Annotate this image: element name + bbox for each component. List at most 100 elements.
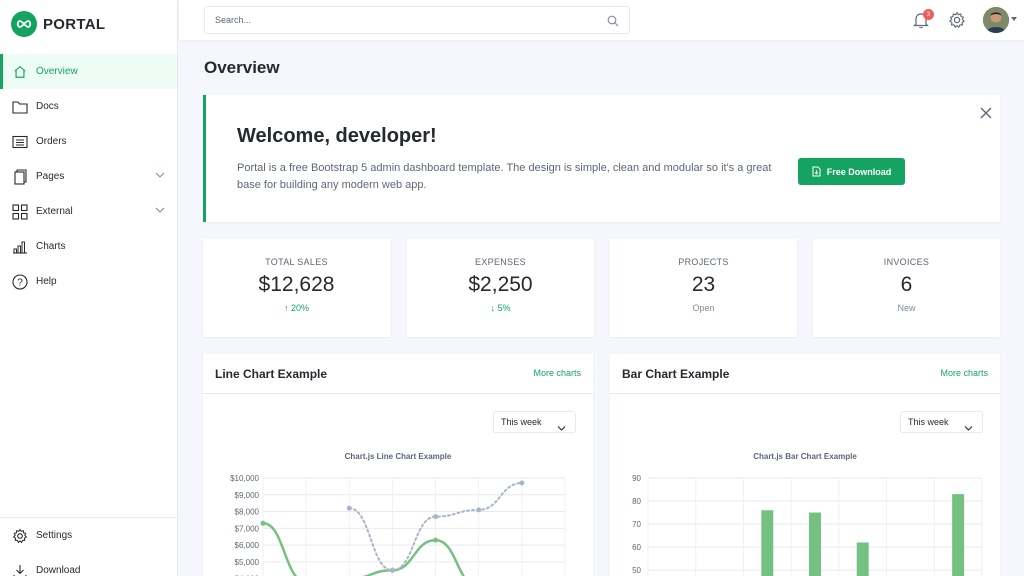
sidebar-item-label: Settings [36, 530, 73, 541]
brand[interactable]: PORTAL [0, 0, 177, 48]
sidebar-item-label: Overview [36, 66, 78, 77]
page-title: Overview [204, 58, 280, 77]
sidebar-item-overview[interactable]: Overview [0, 54, 177, 89]
brand-name: PORTAL [43, 15, 106, 33]
stat-value: $2,250 [468, 273, 533, 296]
y-tick-label: $7,000 [235, 524, 260, 533]
stat-card-projects[interactable]: PROJECTS 23 Open [610, 239, 797, 337]
data-point [433, 537, 439, 543]
chevron-down-icon [557, 419, 566, 439]
sidebar-item-download[interactable]: Download [0, 553, 177, 576]
search-box [204, 6, 630, 34]
sidebar-item-docs[interactable]: Docs [0, 89, 177, 124]
stat-card-expenses[interactable]: EXPENSES $2,250 ↓ 5% [407, 239, 594, 337]
sidebar-item-orders[interactable]: Orders [0, 124, 177, 159]
stat-trend: ↑ 20% [283, 303, 309, 313]
folder-icon [12, 99, 28, 115]
bar-chart-icon [12, 239, 28, 255]
period-select-value: This week [908, 417, 949, 427]
bar [761, 510, 774, 576]
sidebar-item-label: Pages [36, 171, 65, 182]
free-download-button[interactable]: Free Download [798, 158, 905, 185]
y-tick-label: 60 [632, 543, 641, 552]
y-tick-label: $10,000 [230, 474, 259, 483]
chart-title: Chart.js Bar Chart Example [753, 452, 857, 461]
data-point [433, 514, 439, 520]
sidebar-item-help[interactable]: ? Help [0, 264, 177, 299]
stat-sub: Open [692, 303, 715, 313]
help-icon: ? [12, 273, 28, 290]
stat-card-total-sales[interactable]: TOTAL SALES $12,628 ↑ 20% [203, 239, 390, 337]
bar [952, 494, 965, 576]
free-download-label: Free Download [826, 166, 892, 177]
list-icon [12, 134, 28, 150]
download-icon [12, 563, 28, 576]
search-icon[interactable] [607, 14, 619, 32]
stat-value: $12,628 [258, 273, 335, 296]
more-charts-link[interactable]: More charts [533, 368, 581, 378]
avatar[interactable] [983, 7, 1009, 33]
period-select[interactable]: This week [900, 411, 983, 433]
top-header: 3 [179, 0, 1024, 40]
bar [809, 512, 821, 576]
avatar-caret-icon[interactable] [1011, 17, 1017, 21]
search-input[interactable] [205, 7, 595, 33]
sidebar-item-external[interactable]: External [0, 194, 177, 229]
notification-badge: 3 [923, 9, 934, 20]
welcome-alert: Welcome, developer! Portal is a free Boo… [203, 95, 1000, 222]
svg-text:?: ? [17, 277, 23, 288]
period-select[interactable]: This week [493, 411, 576, 433]
settings-icon [12, 528, 28, 544]
sidebar-item-label: Orders [36, 136, 67, 147]
card-header: Line Chart Example More charts [203, 354, 593, 394]
stat-value: 6 [900, 273, 913, 296]
sidebar-item-label: Docs [36, 101, 59, 112]
sidebar-item-label: Help [36, 276, 57, 287]
chart-title: Chart.js Line Chart Example [345, 452, 452, 461]
sidebar-item-settings[interactable]: Settings [0, 518, 177, 553]
y-tick-label: 90 [632, 474, 641, 483]
sidebar-nav: Overview Docs Orders Pages External Char… [0, 54, 177, 299]
settings-gear-icon[interactable] [948, 11, 966, 34]
data-point [476, 507, 482, 513]
data-point [260, 520, 266, 526]
data-point [389, 567, 395, 573]
brand-logo-icon [11, 11, 37, 37]
stat-value: 23 [691, 273, 716, 296]
line-chart: Chart.js Line Chart Example $10,000 $9,000… [230, 452, 566, 576]
welcome-title: Welcome, developer! [237, 125, 437, 147]
data-point [519, 480, 525, 486]
stat-card-invoices[interactable]: INVOICES 6 New [813, 239, 1000, 337]
sidebar-item-label: Charts [36, 241, 66, 252]
y-tick-label: 80 [632, 497, 641, 506]
welcome-text: Portal is a free Bootstrap 5 admin dashb… [237, 162, 772, 191]
card-header: Bar Chart Example More charts [610, 354, 1000, 394]
y-tick-label: $6,000 [235, 541, 260, 550]
sidebar-item-label: Download [36, 565, 81, 576]
line-chart-card: Line Chart Example More charts This week… [203, 354, 593, 576]
stat-label: TOTAL SALES [265, 257, 328, 267]
sidebar-item-pages[interactable]: Pages [0, 159, 177, 194]
stat-label: INVOICES [883, 257, 930, 267]
card-title: Bar Chart Example [622, 367, 730, 381]
stat-label: PROJECTS [678, 257, 729, 267]
stat-sub: New [897, 303, 916, 313]
chevron-down-icon[interactable] [155, 171, 165, 182]
more-charts-link[interactable]: More charts [940, 368, 988, 378]
bar-chart: Chart.js Bar Chart Example 90 80 70 60 50 [632, 452, 983, 576]
chevron-down-icon [964, 419, 973, 439]
series-line [262, 522, 465, 576]
bar [856, 542, 869, 576]
chevron-down-icon[interactable] [155, 206, 165, 217]
grid-icon [12, 203, 28, 220]
stat-label: EXPENSES [475, 257, 526, 267]
bar-chart-card: Bar Chart Example More charts This week … [610, 354, 1000, 576]
y-tick-label: $9,000 [235, 491, 260, 500]
y-tick-label: $5,000 [235, 558, 260, 567]
y-tick-label: 70 [632, 520, 641, 529]
sidebar-item-charts[interactable]: Charts [0, 229, 177, 264]
close-icon[interactable] [978, 105, 994, 121]
card-title: Line Chart Example [215, 367, 328, 381]
file-download-icon [812, 166, 821, 177]
stat-trend: ↓ 5% [490, 303, 511, 313]
